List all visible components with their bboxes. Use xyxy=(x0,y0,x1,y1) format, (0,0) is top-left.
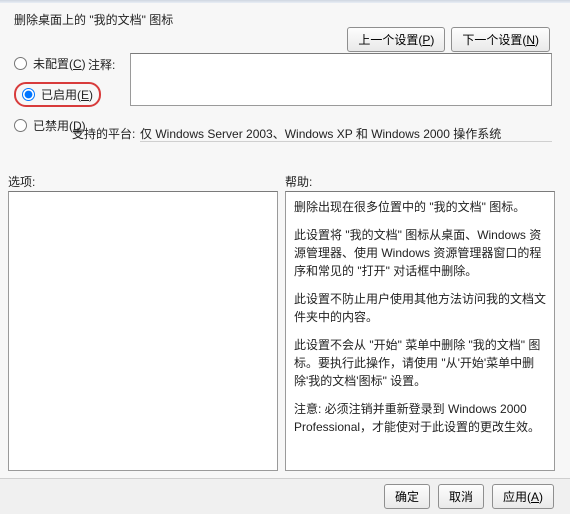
radio-disabled-input[interactable] xyxy=(14,119,27,132)
help-para: 此设置将 "我的文档" 图标从桌面、Windows 资源管理器、使用 Windo… xyxy=(294,226,546,280)
radio-enabled-label: 已启用(E) xyxy=(41,86,93,103)
options-box xyxy=(8,191,278,471)
platform-value: 仅 Windows Server 2003、Windows XP 和 Windo… xyxy=(140,125,501,142)
highlight-enabled: 已启用(E) xyxy=(14,82,101,107)
ok-button[interactable]: 确定 xyxy=(384,484,430,509)
prev-setting-button[interactable]: 上一个设置(P) xyxy=(347,27,445,52)
radio-enabled-input[interactable] xyxy=(22,88,35,101)
options-label: 选项: xyxy=(8,173,35,190)
platform-label: 支持的平台: xyxy=(72,125,135,142)
next-label: 下一个设置( xyxy=(462,33,526,47)
help-para: 注意: 必须注销并重新登录到 Windows 2000 Professional… xyxy=(294,400,546,436)
help-box: 删除出现在很多位置中的 "我的文档" 图标。 此设置将 "我的文档" 图标从桌面… xyxy=(285,191,555,471)
radio-unconfigured-label: 未配置(C) xyxy=(33,55,86,72)
apply-button[interactable]: 应用(A) xyxy=(492,484,554,509)
radio-unconfigured-input[interactable] xyxy=(14,57,27,70)
help-para: 删除出现在很多位置中的 "我的文档" 图标。 xyxy=(294,198,546,216)
help-label: 帮助: xyxy=(285,173,312,190)
divider xyxy=(140,141,552,142)
comment-input[interactable] xyxy=(130,53,552,106)
next-setting-button[interactable]: 下一个设置(N) xyxy=(451,27,550,52)
prev-label: 上一个设置( xyxy=(358,33,422,47)
cancel-button[interactable]: 取消 xyxy=(438,484,484,509)
help-para: 此设置不会从 "开始" 菜单中删除 "我的文档" 图标。要执行此操作，请使用 "… xyxy=(294,336,546,390)
page-title: 删除桌面上的 "我的文档" 图标 xyxy=(14,11,173,28)
help-para: 此设置不防止用户使用其他方法访问我的文档文件夹中的内容。 xyxy=(294,290,546,326)
comment-label: 注释: xyxy=(88,56,115,73)
